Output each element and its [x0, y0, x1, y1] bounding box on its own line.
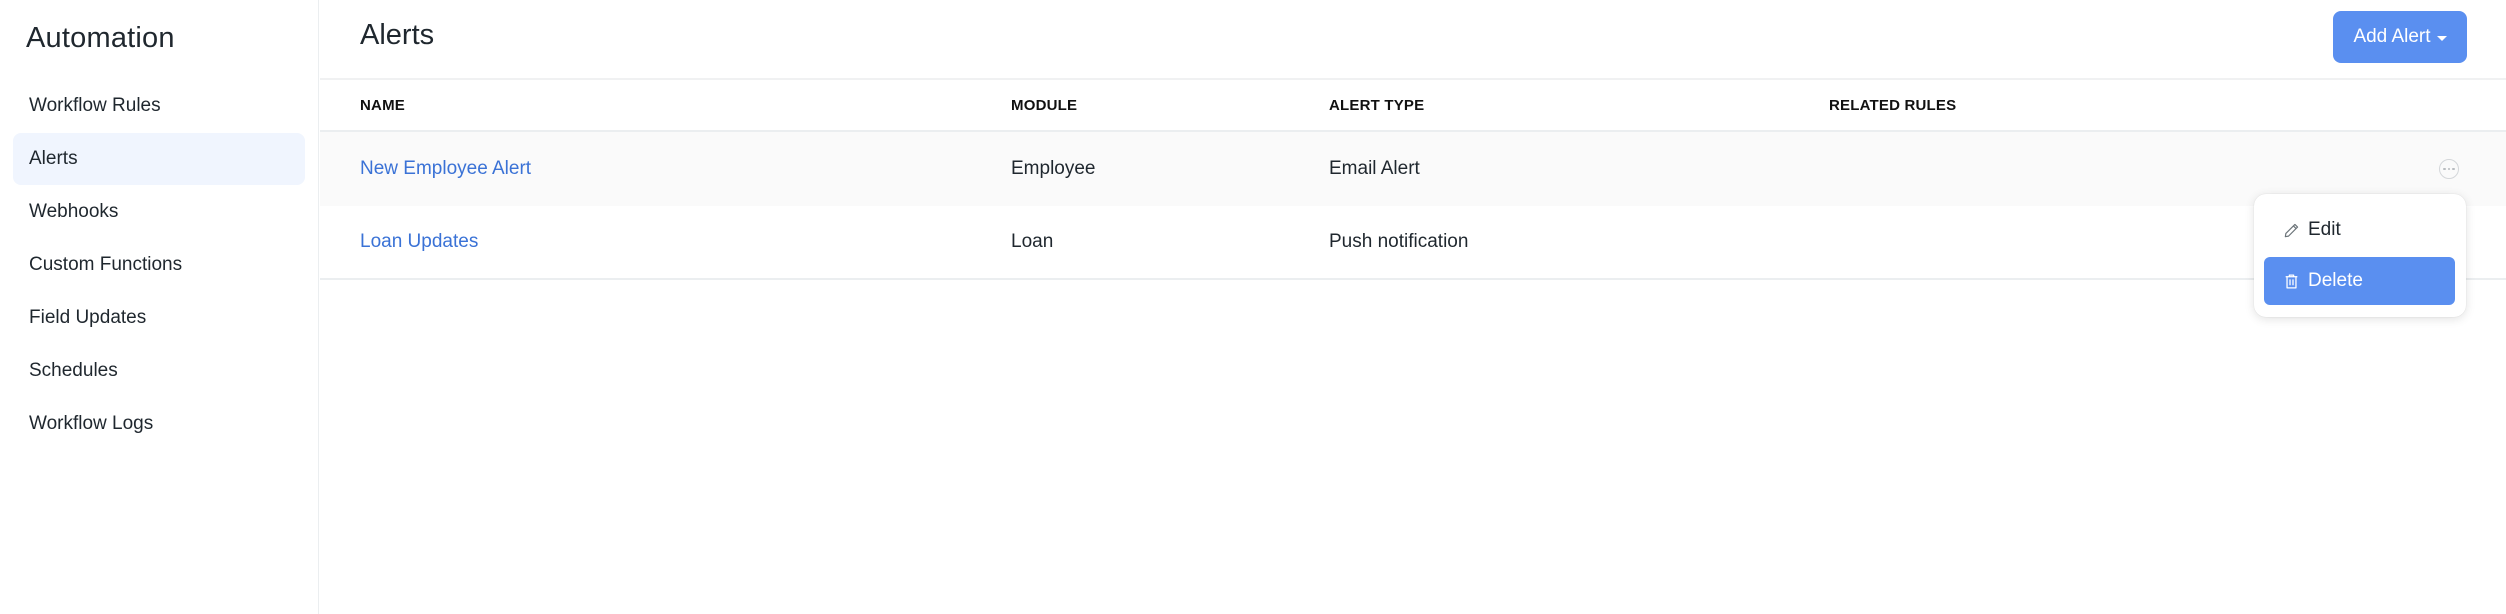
sidebar-item-custom-functions[interactable]: Custom Functions	[13, 239, 305, 291]
table-row[interactable]: New Employee Alert Employee Email Alert	[320, 132, 2506, 206]
main-content: Alerts Add Alert NAME MODULE ALERT TYPE …	[320, 0, 2506, 614]
add-alert-label: Add Alert	[2353, 26, 2431, 47]
pencil-icon	[2283, 222, 2300, 239]
sidebar-title: Automation	[26, 22, 175, 54]
page-title: Alerts	[360, 19, 435, 51]
alert-module: Employee	[1011, 158, 1096, 179]
alert-module: Loan	[1011, 231, 1054, 252]
menu-item-edit[interactable]: Edit	[2264, 206, 2455, 254]
row-actions-menu: Edit Delete	[2254, 194, 2466, 317]
column-header-alert-type[interactable]: ALERT TYPE	[1329, 80, 1424, 130]
dot	[2447, 167, 2451, 171]
sidebar-item-field-updates[interactable]: Field Updates	[13, 292, 305, 344]
menu-item-edit-label: Edit	[2308, 219, 2341, 240]
sidebar-nav: Workflow Rules Alerts Webhooks Custom Fu…	[13, 80, 305, 451]
caret-down-icon	[2436, 35, 2447, 41]
alert-type: Push notification	[1329, 231, 1469, 252]
more-horizontal-icon[interactable]	[2439, 159, 2459, 179]
alert-name-link[interactable]: New Employee Alert	[360, 132, 531, 206]
sidebar-item-workflow-logs[interactable]: Workflow Logs	[13, 398, 305, 450]
alert-type: Email Alert	[1329, 158, 1420, 179]
sidebar: Automation Workflow Rules Alerts Webhook…	[0, 0, 319, 614]
column-header-related-rules[interactable]: RELATED RULES	[1829, 80, 1956, 130]
alert-name-link[interactable]: Loan Updates	[360, 206, 478, 278]
trash-icon	[2283, 273, 2300, 290]
menu-item-delete[interactable]: Delete	[2264, 257, 2455, 305]
table-row[interactable]: Loan Updates Loan Push notification	[320, 206, 2506, 280]
dot	[2443, 167, 2446, 171]
alerts-table: NAME MODULE ALERT TYPE RELATED RULES New…	[320, 80, 2506, 280]
sidebar-item-webhooks[interactable]: Webhooks	[13, 186, 305, 238]
menu-item-delete-label: Delete	[2308, 270, 2363, 291]
table-header-row: NAME MODULE ALERT TYPE RELATED RULES	[320, 80, 2506, 132]
add-alert-button[interactable]: Add Alert	[2333, 11, 2467, 63]
sidebar-item-schedules[interactable]: Schedules	[13, 345, 305, 397]
column-header-module[interactable]: MODULE	[1011, 80, 1077, 130]
sidebar-item-alerts[interactable]: Alerts	[13, 133, 305, 185]
page-header: Alerts Add Alert	[320, 0, 2506, 80]
dot	[2452, 167, 2455, 171]
column-header-name[interactable]: NAME	[360, 80, 405, 130]
sidebar-item-workflow-rules[interactable]: Workflow Rules	[13, 80, 305, 132]
